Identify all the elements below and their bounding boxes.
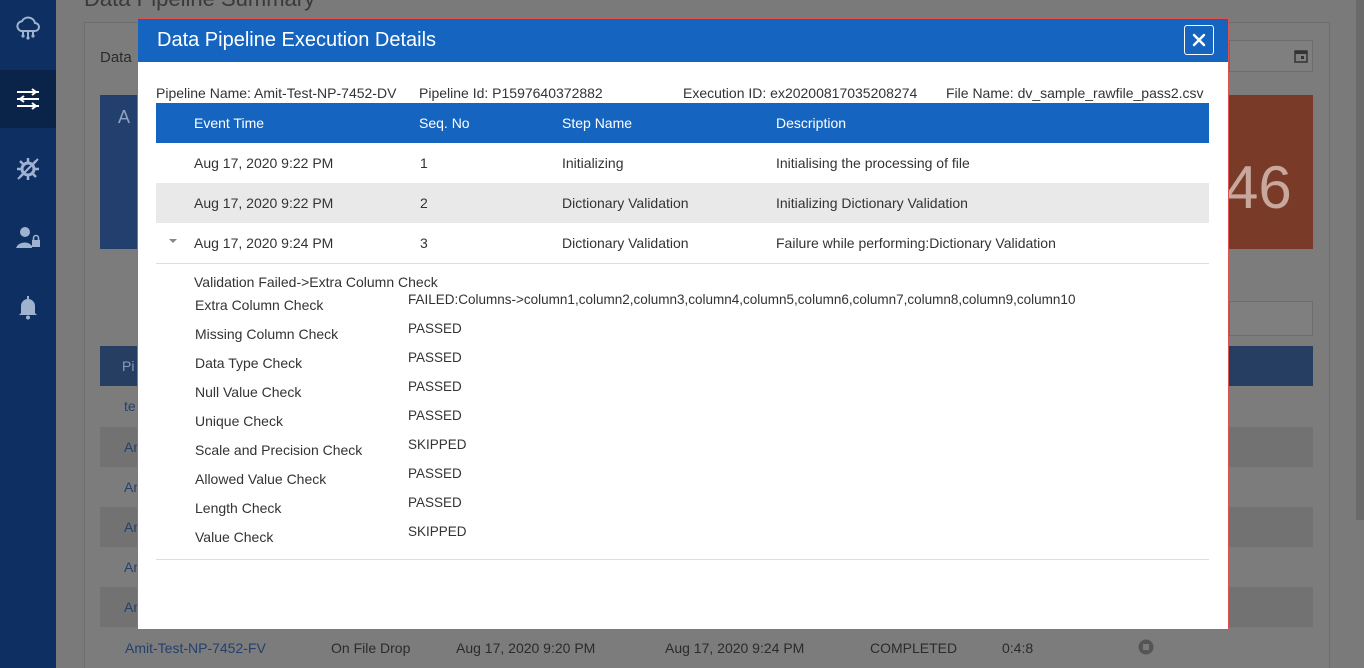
sidebar-item-notifications[interactable] xyxy=(0,278,56,336)
close-button[interactable] xyxy=(1184,25,1214,55)
duration-cell: 0:4:8 xyxy=(1002,640,1034,656)
check-result: PASSED xyxy=(408,379,462,394)
events-table-header: Event Time Seq. No Step Name Description xyxy=(156,103,1209,143)
stat-tile-red: 46 xyxy=(1225,95,1313,249)
description-cell: Failure while performing:Dictionary Vali… xyxy=(776,235,1056,251)
check-result: SKIPPED xyxy=(408,437,467,452)
event-time-cell: Aug 17, 2020 9:24 PM xyxy=(194,235,334,251)
check-result: PASSED xyxy=(408,495,462,510)
close-icon xyxy=(1192,33,1206,47)
description-cell: Initialising the processing of file xyxy=(776,155,970,171)
step-name-cell: Dictionary Validation xyxy=(562,235,689,251)
sidebar-item-users[interactable] xyxy=(0,208,56,266)
check-name: Allowed Value Check xyxy=(195,471,327,487)
start-time-cell: Aug 17, 2020 9:20 PM xyxy=(456,640,596,656)
seq-no-cell: 3 xyxy=(420,235,428,251)
sidebar-item-cloud[interactable] xyxy=(0,0,56,58)
event-time-cell: Aug 17, 2020 9:22 PM xyxy=(194,195,334,211)
calendar-icon xyxy=(1294,50,1308,63)
check-name: Data Type Check xyxy=(195,355,303,371)
file-name: File Name: dv_sample_rawfile_pass2.csv xyxy=(946,85,1204,101)
table-row[interactable]: Aug 17, 2020 9:22 PM 1 Initializing Init… xyxy=(156,143,1209,183)
end-time-cell: Aug 17, 2020 9:24 PM xyxy=(665,640,805,656)
check-result: PASSED xyxy=(408,321,462,336)
sidebar-item-pipelines[interactable] xyxy=(0,70,56,128)
bell-icon xyxy=(19,296,37,320)
pipeline-id: Pipeline Id: P1597640372882 xyxy=(419,85,603,101)
execution-details-modal: Data Pipeline Execution Details Pipeline… xyxy=(137,18,1229,630)
col-step-name[interactable]: Step Name xyxy=(562,115,632,131)
background-search-input[interactable] xyxy=(1229,301,1313,336)
modal-title: Data Pipeline Execution Details xyxy=(157,29,437,51)
check-name: Extra Column Check xyxy=(195,297,324,313)
trigger-cell: On File Drop xyxy=(331,640,411,656)
page-title: Data Pipeline Summary xyxy=(84,0,315,12)
cloud-network-icon xyxy=(16,16,40,40)
user-lock-icon xyxy=(16,227,40,248)
page-scrollbar[interactable] xyxy=(1356,0,1364,520)
check-name: Unique Check xyxy=(195,413,283,429)
stat-tile-blue-text: A xyxy=(118,107,131,127)
description-cell: Initializing Dictionary Validation xyxy=(776,195,968,211)
row-detail-panel: Validation Failed->Extra Column Check Ex… xyxy=(156,263,1209,560)
stat-tile-blue: A xyxy=(100,95,140,249)
background-table-header-first: Pi xyxy=(122,358,135,374)
sidebar xyxy=(0,0,56,668)
pipeline-flow-icon xyxy=(17,88,39,110)
detail-title: Validation Failed->Extra Column Check xyxy=(194,274,438,290)
seq-no-cell: 2 xyxy=(420,195,428,211)
table-row[interactable]: Amit-Test-NP-7452-FV On File Drop Aug 17… xyxy=(100,627,1313,667)
check-result: PASSED xyxy=(408,350,462,365)
check-name: Value Check xyxy=(195,529,274,545)
status-cell: COMPLETED xyxy=(870,640,958,656)
col-description[interactable]: Description xyxy=(776,115,846,131)
table-row[interactable]: Aug 17, 2020 9:22 PM 2 Dictionary Valida… xyxy=(156,183,1209,223)
check-result: PASSED xyxy=(408,466,462,481)
events-table: Event Time Seq. No Step Name Description… xyxy=(156,103,1209,560)
caret-down-icon[interactable] xyxy=(169,237,177,245)
check-result: PASSED xyxy=(408,408,462,423)
table-row[interactable]: Aug 17, 2020 9:24 PM 3 Dictionary Valida… xyxy=(156,223,1209,263)
modal-header: Data Pipeline Execution Details xyxy=(138,19,1228,62)
col-event-time[interactable]: Event Time xyxy=(194,115,264,131)
check-name: Scale and Precision Check xyxy=(195,442,363,458)
step-name-cell: Initializing xyxy=(562,155,624,171)
sidebar-item-tools[interactable] xyxy=(0,140,56,198)
card-label: Data xyxy=(100,49,132,66)
check-result: FAILED:Columns->column1,column2,column3,… xyxy=(408,292,1076,307)
col-seq-no[interactable]: Seq. No xyxy=(419,115,470,131)
stat-tile-red-number: 46 xyxy=(1225,154,1292,221)
pipeline-name: Pipeline Name: Amit-Test-NP-7452-DV xyxy=(156,85,397,101)
stop-icon[interactable] xyxy=(1138,639,1154,655)
step-name-cell: Dictionary Validation xyxy=(562,195,689,211)
check-name: Missing Column Check xyxy=(195,326,339,342)
check-result: SKIPPED xyxy=(408,524,467,539)
gear-tools-icon xyxy=(17,158,39,180)
date-picker[interactable] xyxy=(1229,40,1313,72)
event-time-cell: Aug 17, 2020 9:22 PM xyxy=(194,155,334,171)
pipeline-link[interactable]: Amit-Test-NP-7452-FV xyxy=(125,640,266,656)
pipeline-link[interactable]: te xyxy=(124,398,136,414)
execution-id: Execution ID: ex20200817035208274 xyxy=(683,85,918,101)
check-name: Length Check xyxy=(195,500,282,516)
seq-no-cell: 1 xyxy=(420,155,428,171)
check-name: Null Value Check xyxy=(195,384,302,400)
